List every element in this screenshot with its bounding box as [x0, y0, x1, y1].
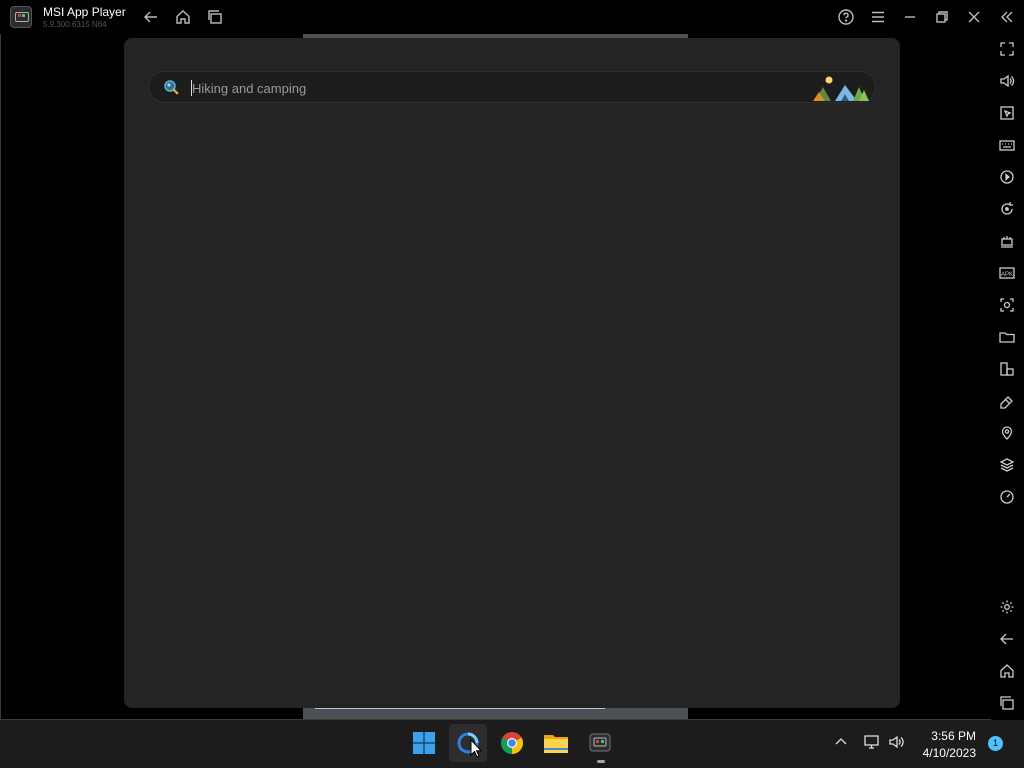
notification-badge[interactable]: 1	[988, 736, 1003, 751]
home-icon	[176, 10, 190, 24]
app-title: MSI App Player	[43, 5, 126, 19]
clock-date[interactable]: 4/10/2023	[916, 746, 976, 760]
media-folder-button[interactable]	[997, 327, 1017, 347]
eco-mode-button[interactable]	[997, 391, 1017, 411]
location-icon	[1001, 426, 1013, 440]
multi-instance-button[interactable]	[997, 231, 1017, 251]
keyboard-button[interactable]	[997, 135, 1017, 155]
record-button[interactable]	[997, 167, 1017, 187]
screenshot-icon	[1000, 298, 1014, 312]
search-input[interactable]	[192, 78, 792, 98]
resize-icon	[1000, 362, 1014, 376]
minimize-button[interactable]	[899, 6, 921, 28]
volume-tray-button[interactable]	[887, 730, 907, 754]
folder-icon	[544, 735, 568, 753]
network-icon	[864, 735, 879, 749]
home-icon	[1000, 664, 1014, 678]
android-back-button[interactable]	[997, 629, 1017, 649]
restore-icon	[936, 11, 948, 23]
network-button[interactable]	[862, 730, 882, 754]
record-icon	[1000, 170, 1014, 184]
recents-icon	[1000, 696, 1014, 710]
running-indicator	[597, 760, 605, 763]
taskbar-file-explorer-button[interactable]	[537, 724, 575, 762]
clock-time[interactable]: 3:56 PM	[916, 729, 976, 743]
macro-button[interactable]	[997, 103, 1017, 123]
recent-apps-button[interactable]	[204, 6, 226, 28]
search-icon	[164, 80, 179, 95]
collapse-sidebar-button[interactable]	[996, 6, 1018, 28]
taskbar-msi-app-player-button[interactable]	[581, 724, 619, 762]
app-version: 5.9.300.6315 N64	[43, 20, 107, 29]
msi-app-player-icon	[589, 733, 611, 752]
layers-icon	[999, 458, 1015, 472]
location-button[interactable]	[997, 423, 1017, 443]
help-button[interactable]	[835, 6, 857, 28]
double-chevron-left-icon	[1001, 11, 1013, 23]
screenshot-button[interactable]	[997, 295, 1017, 315]
keyboard-icon	[999, 140, 1015, 151]
android-recents-button[interactable]	[997, 693, 1017, 713]
fullscreen-icon	[1000, 42, 1014, 56]
rotate-button[interactable]	[997, 199, 1017, 219]
help-icon	[838, 9, 854, 25]
menu-button[interactable]	[867, 6, 889, 28]
volume-button[interactable]	[997, 71, 1017, 91]
resize-button[interactable]	[997, 359, 1017, 379]
right-toolbar: APK	[991, 34, 1024, 720]
settings-button[interactable]	[997, 597, 1017, 617]
search-bar[interactable]	[148, 71, 876, 103]
performance-button[interactable]	[997, 487, 1017, 507]
title-bar: MSI App Player 5.9.300.6315 N64	[0, 0, 1024, 34]
fullscreen-button[interactable]	[997, 39, 1017, 59]
home-button[interactable]	[172, 6, 194, 28]
chrome-icon	[501, 732, 523, 754]
android-home-button[interactable]	[997, 661, 1017, 681]
svg-text:APK: APK	[1001, 272, 1013, 278]
show-hidden-icons-button[interactable]	[832, 730, 850, 754]
hamburger-icon	[872, 11, 884, 23]
minimize-icon	[905, 16, 915, 18]
camping-illustration-icon	[813, 76, 869, 101]
app-logo	[10, 6, 32, 28]
layers-button[interactable]	[997, 455, 1017, 475]
apk-icon: APK	[999, 267, 1015, 279]
search-panel	[124, 38, 900, 708]
back-button[interactable]	[140, 6, 162, 28]
recents-icon	[208, 10, 222, 24]
arrow-left-icon	[144, 11, 157, 23]
restore-button[interactable]	[931, 6, 953, 28]
start-button[interactable]	[405, 724, 443, 762]
eraser-icon	[1000, 396, 1013, 409]
back-icon	[1000, 633, 1013, 645]
taskbar-chrome-button[interactable]	[493, 724, 531, 762]
folder-icon	[999, 332, 1015, 343]
settings-icon	[1000, 600, 1014, 614]
taskbar: 3:56 PM 4/10/2023 1	[0, 720, 1024, 768]
chevron-up-icon	[835, 738, 847, 745]
close-icon	[968, 11, 980, 23]
mouse-cursor-icon	[470, 739, 482, 758]
speaker-icon	[889, 735, 904, 749]
close-button[interactable]	[963, 6, 985, 28]
windows-logo-icon	[413, 732, 435, 754]
speed-icon	[1000, 490, 1014, 504]
rotate-icon	[1001, 202, 1013, 215]
volume-icon	[1000, 74, 1015, 88]
install-apk-button[interactable]: APK	[997, 263, 1017, 283]
macro-icon	[1000, 106, 1014, 120]
multi-instance-icon	[1001, 236, 1013, 248]
